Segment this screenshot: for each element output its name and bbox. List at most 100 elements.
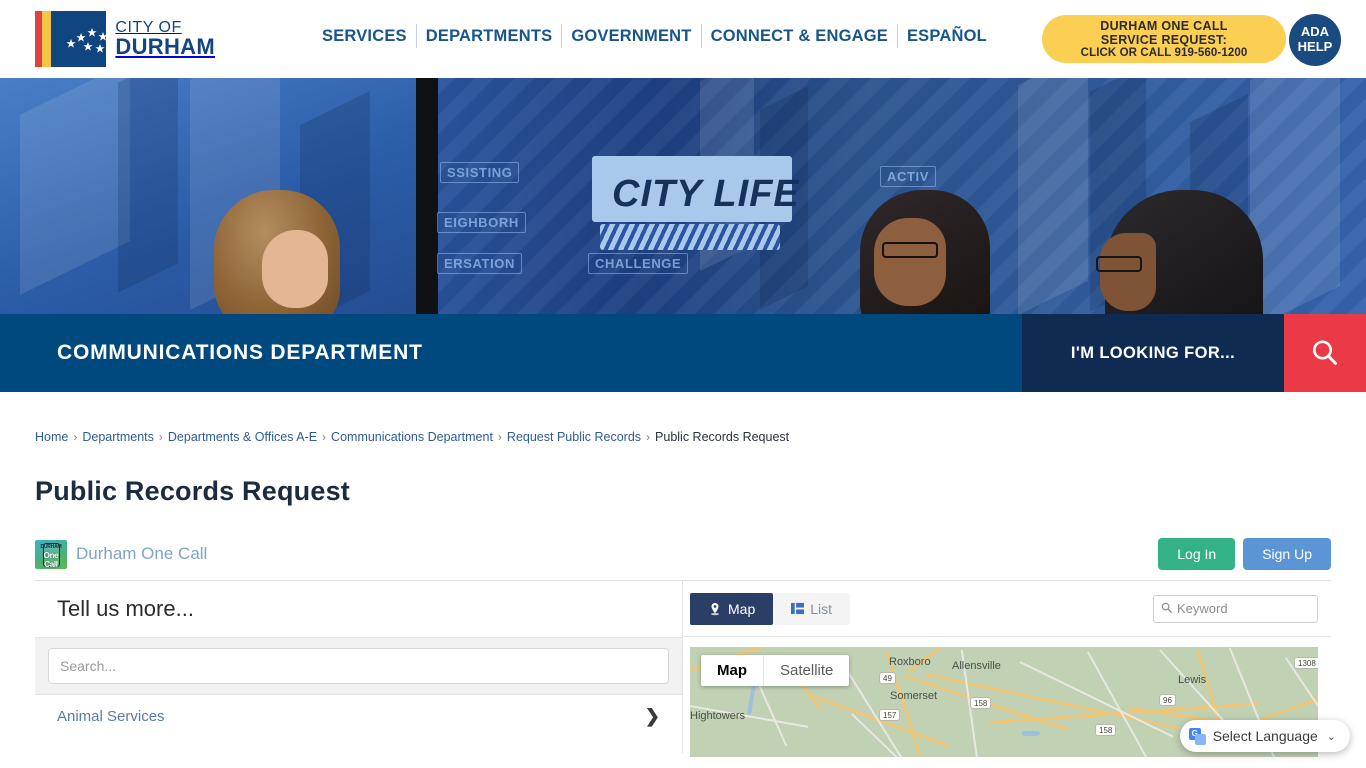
map-type-satellite-button[interactable]: Satellite [764,655,849,686]
map-shield-49: 49 [879,672,896,684]
chevron-down-icon: ⌄ [1326,730,1336,743]
hero-studio-divider [416,78,438,314]
main-navigation: SERVICES DEPARTMENTS GOVERNMENT CONNECT … [313,24,996,48]
city-of-durham-logo[interactable]: CITY OF DURHAM [35,11,215,67]
category-search-input[interactable] [48,648,669,684]
widget-body: Tell us more... Animal Services ❯ [35,580,1331,757]
breadcrumb-separator: › [73,430,78,444]
site-header: CITY OF DURHAM SERVICES DEPARTMENTS GOVE… [0,0,1366,78]
speech-bubble-hatch [600,224,780,250]
logo-stripes [35,11,51,67]
auth-buttons: Log In Sign Up [1158,538,1331,570]
category-label-animal-services: Animal Services [57,708,165,725]
google-translate-icon: G [1188,727,1206,745]
widget-brand-name: Durham One Call [76,544,208,563]
hero-person-2-face [874,218,946,306]
nav-item-connect-engage[interactable]: CONNECT & ENGAGE [702,24,898,48]
nav-item-government[interactable]: GOVERNMENT [562,24,702,48]
breadcrumb-separator: › [322,430,327,444]
ada-line-1: ADA [1300,24,1330,40]
search-strip [35,637,682,695]
im-looking-for-label: I'M LOOKING FOR... [1070,343,1236,362]
tab-list[interactable]: List [773,592,851,625]
select-language-label: Select Language [1212,728,1318,744]
breadcrumb: Home › Departments › Departments & Offic… [0,392,1366,444]
search-icon [1313,340,1337,365]
stars-svg [66,28,118,53]
department-title-area: COMMUNICATIONS DEPARTMENT [0,314,1022,392]
map-shield-158b: 158 [1095,724,1117,736]
breadcrumb-item-departments[interactable]: Departments [82,430,154,444]
log-in-button[interactable]: Log In [1158,538,1236,570]
logo-stripe-yellow [42,11,51,67]
map-shield-96: 96 [1159,694,1176,706]
durham-one-call-icon: DURHAM One Call [35,539,67,569]
map-type-control: Map Satellite [701,655,850,686]
nav-item-departments[interactable]: DEPARTMENTS [417,24,563,48]
hero-person-1-face [262,230,328,308]
breadcrumb-item-request-public-records[interactable]: Request Public Records [507,430,641,444]
one-call-line-1: DURHAM ONE CALL [1100,18,1228,33]
department-banner: COMMUNICATIONS DEPARTMENT I'M LOOKING FO… [0,314,1366,392]
im-looking-for-button[interactable]: I'M LOOKING FOR... [1022,314,1284,392]
breadcrumb-separator: › [497,430,502,444]
breadcrumb-item-communications-department[interactable]: Communications Department [331,430,493,444]
one-call-line-2: SERVICE REQUEST: [1100,32,1228,47]
page-title: Public Records Request [35,476,350,506]
hero-person-3-glasses [1096,256,1142,272]
hero-image: CITY LIFE SSISTING EIGHBORH ERSATION CHA… [0,78,1366,314]
map-list-tabs-bar: Map List Keyword [683,581,1331,637]
logo-line-2: DURHAM [115,34,215,59]
hero-headline: CITY LIFE [612,173,800,215]
breadcrumb-item-home[interactable]: Home [35,430,68,444]
tell-us-more-heading: Tell us more... [57,596,194,621]
map-label-somerset: Somerset [890,690,938,702]
durham-one-call-service-request-button[interactable]: DURHAM ONE CALL SERVICE REQUEST: CLICK O… [1042,15,1286,63]
map-label-roxboro: Roxboro [889,656,931,668]
breadcrumb-separator: › [158,430,163,444]
map-shield-158a: 158 [970,697,992,709]
translate-icon-square-light [1194,733,1206,745]
widget-brand: DURHAM One Call Durham One Call [35,539,208,569]
view-tabs: Map List [690,592,851,625]
nav-item-espanol[interactable]: ESPAÑOL [898,24,996,48]
sign-up-button[interactable]: Sign Up [1243,538,1331,570]
hero-person-3-face [1100,233,1156,311]
hero-word-chip-3: CHALLENGE [588,253,689,274]
keyword-input[interactable] [1177,595,1317,622]
breadcrumb-item-current: Public Records Request [655,430,790,444]
tab-map[interactable]: Map [690,592,774,625]
department-title: COMMUNICATIONS DEPARTMENT [57,341,423,364]
iso-shape-2 [118,78,178,293]
widget-header: DURHAM One Call Durham One Call Log In S… [35,534,1331,574]
breadcrumb-item-departments-offices-a-e[interactable]: Departments & Offices A-E [168,430,317,444]
nav-item-services[interactable]: SERVICES [313,24,417,48]
select-language-widget[interactable]: G Select Language ⌄ [1179,720,1350,752]
chevron-right-icon: ❯ [644,706,660,726]
keyword-search-box: ▼ [1153,594,1318,623]
search-icon [1154,602,1177,616]
search-glyph [1161,602,1172,613]
widget-left-panel: Tell us more... Animal Services ❯ [35,581,683,753]
ada-help-button[interactable]: ADA HELP [1289,14,1341,66]
hero-word-chip-6: ACTIV [880,166,936,187]
iso-shape-9 [1250,78,1340,314]
map-label-hightowers: Hightowers [690,710,746,722]
map-label-allensville: Allensville [952,660,1001,672]
hero-word-chip-2: ERSATION [437,253,523,274]
map-type-map-button[interactable]: Map [701,655,764,686]
breadcrumb-separator: › [646,430,651,444]
hero-person-2-glasses [882,242,938,258]
list-grid-icon [791,602,805,615]
map-shield-157: 157 [879,709,901,721]
icon-text-one-call: One Call [43,550,59,569]
ada-line-2: HELP [1297,39,1333,54]
hero-word-chip-1: EIGHBORH [437,212,526,233]
site-search-button[interactable] [1284,314,1366,392]
city-seal-stars-icon [51,11,118,67]
iso-shape-7 [1018,78,1088,314]
list-item[interactable]: Animal Services ❯ [35,695,682,727]
map-label-lewis: Lewis [1178,674,1207,686]
icon-text-durham: DURHAM [40,543,62,550]
map-pin-icon [710,602,720,615]
